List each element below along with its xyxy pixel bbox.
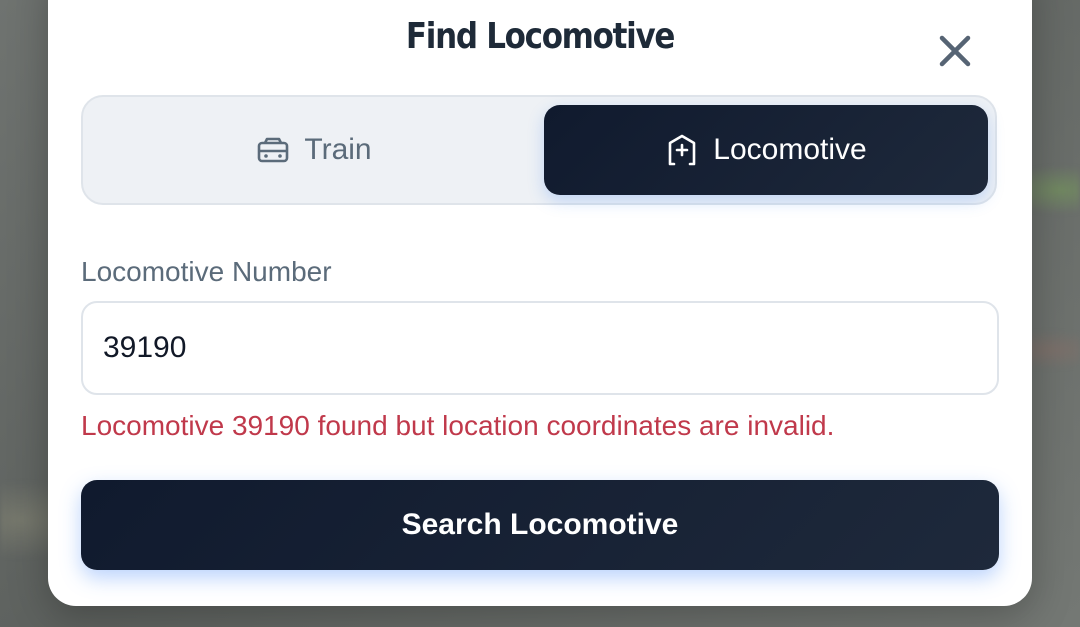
locomotive-number-label: Locomotive Number <box>81 256 332 287</box>
search-mode-toggle: Train Locomotive <box>81 95 997 205</box>
close-icon <box>939 35 971 67</box>
tab-locomotive[interactable]: Locomotive <box>544 105 988 195</box>
tab-train-label: Train <box>304 133 372 166</box>
locomotive-icon <box>668 134 696 166</box>
close-button[interactable] <box>932 28 978 74</box>
locomotive-number-input[interactable] <box>81 301 999 395</box>
search-locomotive-button[interactable]: Search Locomotive <box>81 480 999 570</box>
error-message: Locomotive 39190 found but location coor… <box>81 410 835 441</box>
find-locomotive-dialog: Find Locomotive Train Locomotive Locomot… <box>48 0 1032 606</box>
train-icon <box>258 137 289 163</box>
tab-train[interactable]: Train <box>91 105 537 195</box>
dialog-title: Find Locomotive <box>405 16 675 57</box>
tab-locomotive-label: Locomotive <box>713 133 867 166</box>
